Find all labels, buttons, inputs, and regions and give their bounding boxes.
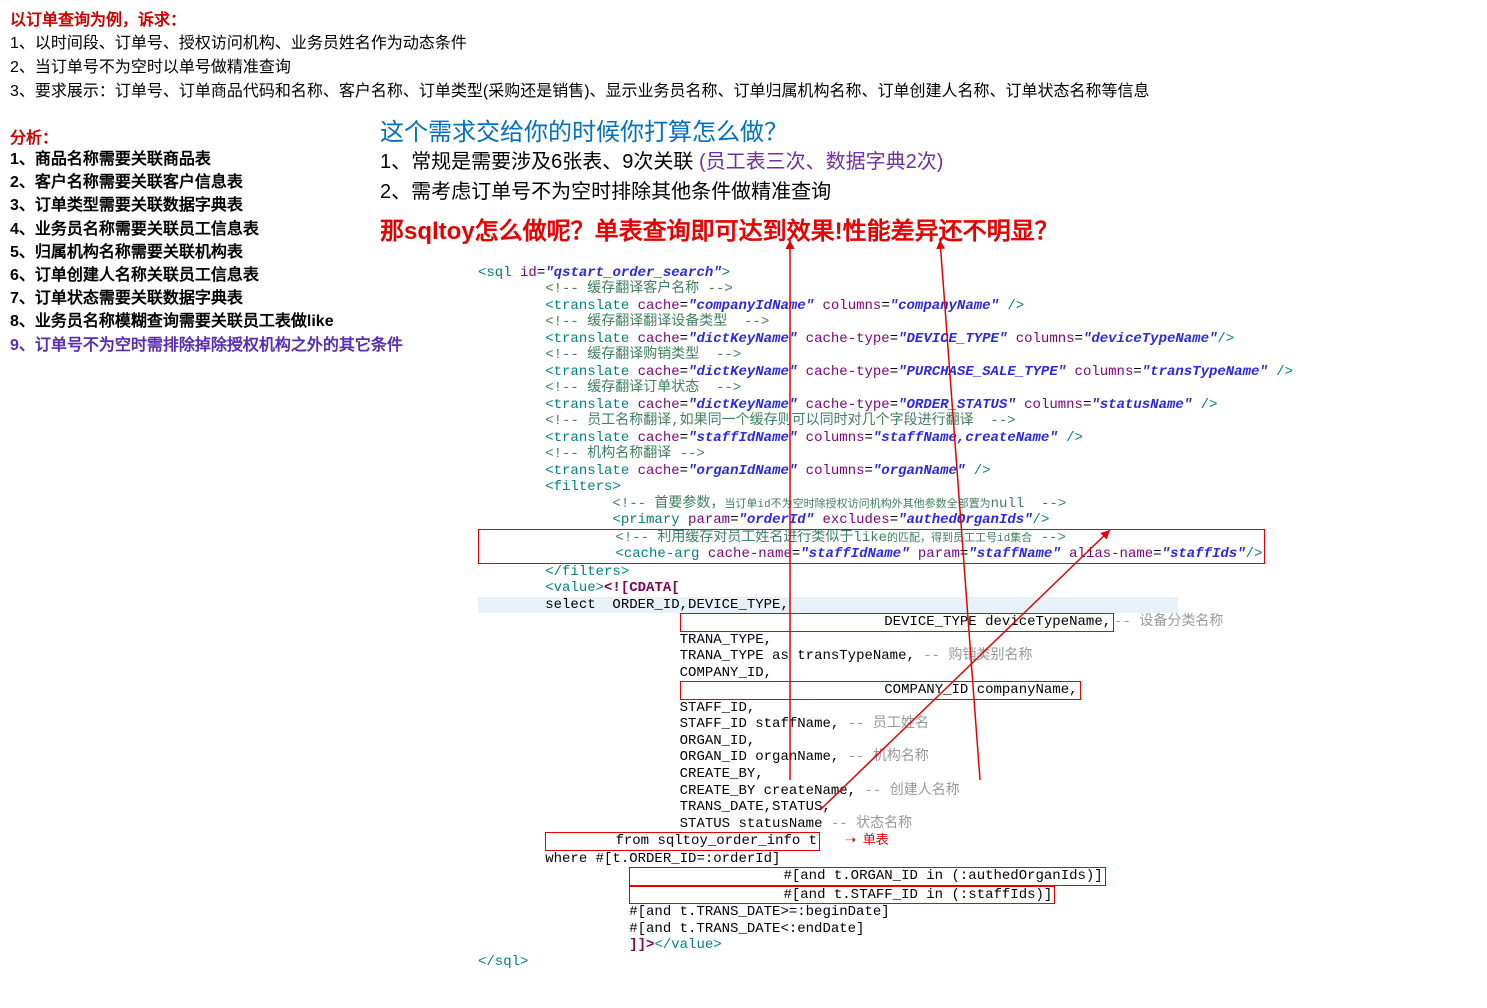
single-table-annotation: 单表 [863, 832, 889, 847]
requirement-item: 3、要求展示：订单号、订单商品代码和名称、客户名称、订单类型(采购还是销售)、显… [10, 80, 1477, 104]
requirements-block: 以订单查询为例，诉求： 1、以时间段、订单号、授权访问机构、业务员姓名作为动态条… [0, 0, 1487, 108]
analysis-item: 6、订单创建人名称关联员工信息表 [10, 264, 450, 287]
commentary-block: 这个需求交给你的时候你打算怎么做？ 1、常规是需要涉及6张表、9次关联 (员工表… [380, 112, 1470, 246]
requirements-title: 以订单查询为例，诉求： [10, 6, 1477, 30]
commentary-line: 1、常规是需要涉及6张表、9次关联 (员工表三次、数据字典2次) [380, 147, 1470, 177]
analysis-item: 8、业务员名称模糊查询需要关联员工表做like [10, 310, 450, 333]
analysis-item-highlight: 9、订单号不为空时需排除掉除授权机构之外的其它条件 [10, 334, 450, 357]
conclusion-heading: 那sqltoy怎么做呢？单表查询即可达到效果!性能差异还不明显？ [380, 211, 1470, 246]
analysis-item: 7、订单状态需要关联数据字典表 [10, 287, 450, 310]
code-snippet: <sql id="qstart_order_search"> <!-- 缓存翻译… [478, 248, 1478, 970]
requirement-item: 2、当订单号不为空时以单号做精准查询 [10, 56, 1477, 80]
commentary-line: 2、需考虑订单号不为空时排除其他条件做精准查询 [380, 177, 1470, 207]
requirement-item: 1、以时间段、订单号、授权访问机构、业务员姓名作为动态条件 [10, 32, 1477, 56]
question-heading: 这个需求交给你的时候你打算怎么做？ [380, 112, 1470, 147]
